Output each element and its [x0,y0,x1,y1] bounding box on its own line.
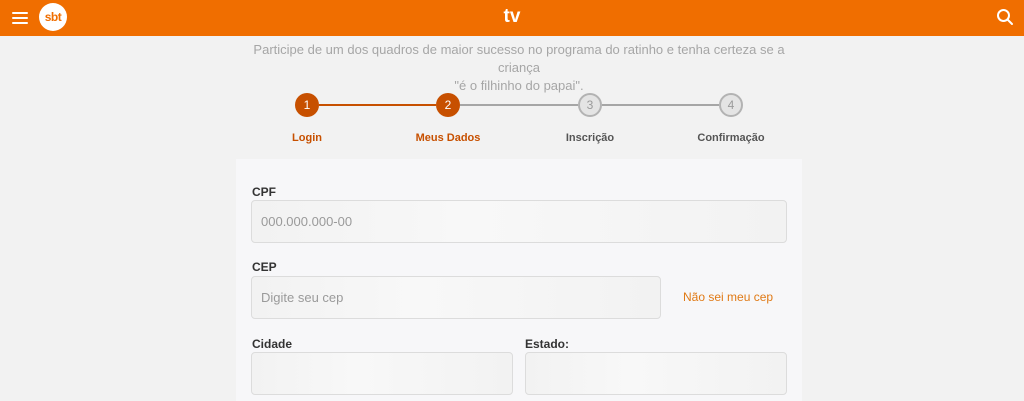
progress-stepper: 1 2 3 4 Login Meus Dados Inscrição Confi… [236,92,802,148]
estado-label: Estado: [525,337,570,351]
step-3-circle[interactable]: 3 [578,93,602,117]
cidade-label: Cidade [252,337,293,351]
step-3-number: 3 [586,98,594,112]
search-icon[interactable] [996,8,1014,26]
estado-input[interactable] [525,352,787,395]
step-connector-1-2 [319,104,436,106]
step-4-number: 4 [727,98,735,112]
cep-label: CEP [252,260,277,274]
step-1-number: 1 [303,98,311,112]
step-4-circle[interactable]: 4 [719,93,743,117]
intro-line-1: Participe de um dos quadros de maior suc… [253,42,785,75]
unknown-cep-link[interactable]: Não sei meu cep [683,290,773,304]
intro-text: Participe de um dos quadros de maior suc… [236,41,802,95]
cpf-input[interactable] [251,200,787,243]
cep-input[interactable] [251,276,661,319]
step-2-circle[interactable]: 2 [436,93,460,117]
cidade-input[interactable] [251,352,513,395]
top-bar: sbt tv [0,0,1024,36]
personal-data-form: CPF CEP Não sei meu cep Cidade Estado: [236,159,802,401]
step-connector-3-4 [602,104,719,106]
step-2-label: Meus Dados [415,132,481,144]
step-3-label: Inscrição [565,132,615,144]
step-2-number: 2 [444,98,452,112]
cpf-label: CPF [252,185,276,199]
step-1-label: Login [292,132,322,144]
brand-title: tv [503,6,521,27]
step-1-circle[interactable]: 1 [295,93,319,117]
step-connector-2-3 [460,104,578,106]
step-4-label: Confirmação [697,132,765,144]
